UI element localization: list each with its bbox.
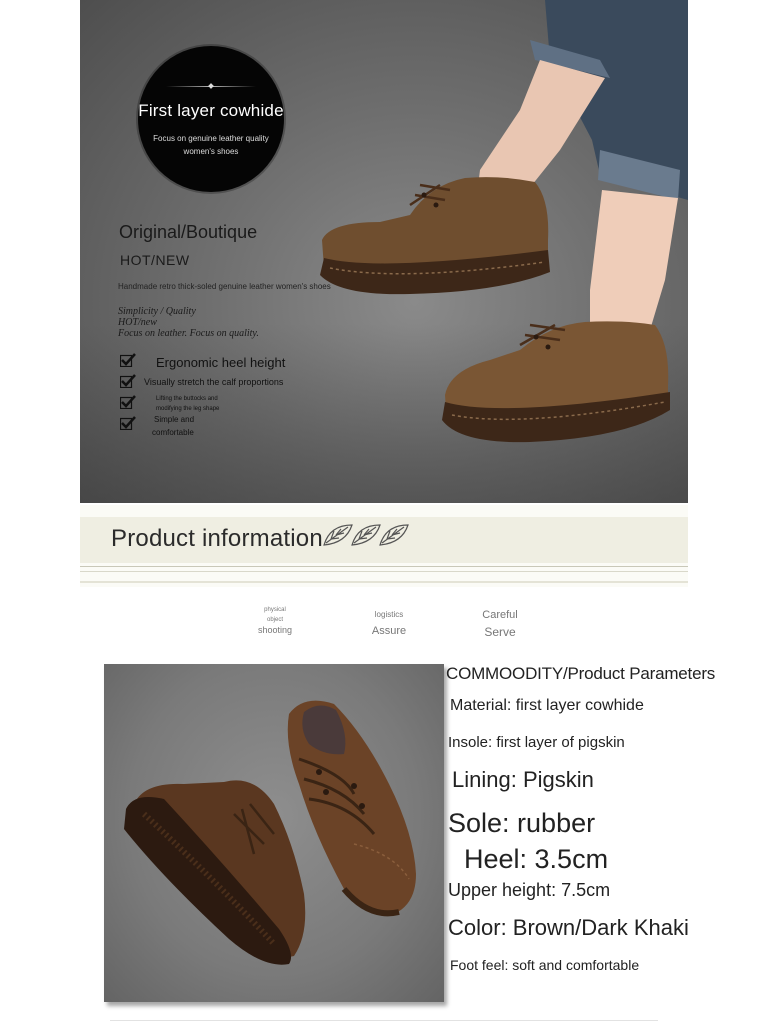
- feature-heel-height: Ergonomic heel height: [156, 355, 286, 370]
- checkmark-icon: [120, 374, 136, 388]
- badge-diamond-ornament: [208, 83, 214, 89]
- checkmark-icon: [120, 416, 136, 430]
- banner-divider: [80, 581, 688, 583]
- product-information-title: Product information: [111, 525, 323, 552]
- badge-subtitle: Focus on genuine leather quality: [153, 134, 269, 143]
- brown-shoes-pair-image: [124, 700, 416, 965]
- service-physical-shooting: physical object shooting: [255, 605, 295, 635]
- first-layer-cowhide-badge: First layer cowhide Focus on genuine lea…: [138, 46, 284, 192]
- footer-divider: [110, 1020, 658, 1021]
- service-line: physical: [264, 607, 286, 613]
- param-sole: Sole: rubber: [448, 808, 596, 838]
- param-foot-feel: Foot feel: soft and comfortable: [450, 957, 640, 973]
- parameters-heading: COMMOODITY/Product Parameters: [446, 664, 716, 683]
- param-heel: Heel: 3.5cm: [464, 844, 609, 874]
- handmade-description: Handmade retro thick-soled genuine leath…: [118, 282, 331, 291]
- service-line: Assure: [371, 625, 407, 637]
- checkmark-icon: [120, 395, 136, 409]
- param-material: Material: first layer cowhide: [450, 697, 644, 714]
- hot-new-text: HOT/NEW: [120, 252, 190, 268]
- feature-comfortable: comfortable: [152, 428, 194, 437]
- feature-calf-proportions: Visually stretch the calf proportions: [144, 377, 284, 387]
- banner-divider: [80, 566, 688, 567]
- service-line: shooting: [257, 625, 293, 635]
- param-lining: Lining: Pigskin: [452, 767, 594, 792]
- badge-subtitle-2: women's shoes: [183, 147, 239, 156]
- product-photo: [104, 664, 444, 1002]
- badge-title: First layer cowhide: [138, 101, 284, 120]
- service-line: Serve: [484, 625, 516, 639]
- service-careful-serve: Careful Serve: [478, 606, 522, 640]
- service-line: object: [266, 617, 283, 623]
- hero-banner: First layer cowhide Focus on genuine lea…: [80, 0, 688, 503]
- param-insole: Insole: first layer of pigskin: [448, 734, 625, 751]
- service-line: Careful: [482, 609, 518, 621]
- simplicity-quality-text: Simplicity / Quality: [118, 306, 196, 317]
- banner-divider: [80, 571, 688, 572]
- leaves-icon: [323, 524, 409, 546]
- feature-simple: Simple and: [154, 415, 195, 424]
- feature-lifting-buttocks: Lifting the buttocks and: [156, 396, 218, 402]
- focus-leather-text: Focus on leather. Focus on quality.: [118, 328, 259, 339]
- product-information-banner: Product information: [80, 505, 688, 587]
- original-boutique-text: Original/Boutique: [119, 222, 258, 242]
- checkmark-icon: [120, 353, 136, 367]
- hot-new-small-text: HOT/new: [118, 317, 157, 328]
- service-logistics-assure: logistics Assure: [367, 608, 411, 640]
- feature-leg-shape: modifying the leg shape: [156, 406, 220, 412]
- param-color: Color: Brown/Dark Khaki: [448, 915, 689, 940]
- param-upper-height: Upper height: 7.5cm: [448, 880, 611, 900]
- service-line: logistics: [374, 610, 404, 619]
